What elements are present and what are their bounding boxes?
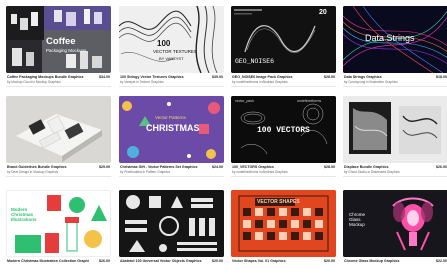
product-title[interactable]: 100_VECTORS Graphics: [232, 165, 314, 169]
product-title[interactable]: Coffee Packaging Mockups Bundle Graphics: [7, 75, 89, 79]
product-author[interactable]: by undefinedforms in Abstract Graphics: [232, 170, 322, 174]
product-price: $20.00: [324, 259, 335, 263]
product-thumbnail[interactable]: GEO_NOISE6 20: [231, 6, 336, 73]
product-price: $26.00: [436, 165, 447, 169]
thumb-headline: GEO_NOISE6: [235, 58, 275, 65]
product-thumbnail[interactable]: 100 VECTORS vector_pack undefinedforms: [231, 96, 336, 163]
divider: [343, 86, 447, 87]
product-thumbnail[interactable]: [343, 96, 447, 163]
product-price: $35.00: [212, 75, 223, 79]
divider: [231, 176, 336, 177]
thumb-headline: Data Strings: [365, 33, 415, 43]
product-price: $22.00: [436, 259, 447, 263]
product-title[interactable]: GEO_NOISE6 Image Pack Graphics: [232, 75, 314, 79]
product-title[interactable]: Modern Christmas Illustration Collection…: [7, 259, 89, 263]
product-price: $28.00: [324, 165, 335, 169]
product-author[interactable]: by Ghost Studio in Distressed Graphics: [344, 170, 434, 174]
divider: [231, 86, 336, 87]
product-title[interactable]: Chrome Glass Mockup Graphics: [344, 259, 426, 263]
thumb-headline: CHRISTMAS: [146, 123, 200, 133]
product-thumbnail[interactable]: 100 VECTOR TEXTURES BY VANZYST: [119, 6, 224, 73]
product-price: $26.00: [99, 259, 110, 263]
product-author[interactable]: by Dear Design in Mockup Graphics: [7, 170, 97, 174]
product-thumbnail[interactable]: Chrome Glass Mockup: [343, 190, 447, 257]
product-author[interactable]: by Pixelbuddha in Pattern Graphics: [120, 170, 210, 174]
thumb-subheadline: Packaging Mockups: [46, 48, 87, 53]
product-price: $29.00: [99, 165, 110, 169]
product-title[interactable]: Abstract 100 Universal Vector Objects Gr…: [120, 259, 202, 263]
product-price: $24.00: [212, 165, 223, 169]
divider: [6, 176, 111, 177]
product-author[interactable]: by undefinedforms in Abstract Graphics: [232, 80, 322, 84]
divider: [119, 176, 224, 177]
thumb-subheadline: VECTOR TEXTURES: [153, 49, 197, 54]
thumb-headline: Coffee: [46, 36, 76, 47]
product-price: $18.00: [436, 75, 447, 79]
product-thumbnail[interactable]: Coffee Packaging Mockups: [6, 6, 111, 73]
product-title[interactable]: Displace Bundle Graphics: [344, 165, 426, 169]
thumb-author: undefinedforms: [297, 99, 322, 103]
product-thumbnail[interactable]: [6, 96, 111, 163]
product-author[interactable]: by Mockup Cloud in Mockup Graphics: [7, 80, 97, 84]
product-thumbnail[interactable]: Modern Christmas Illustrations: [6, 190, 111, 257]
divider: [119, 86, 224, 87]
product-price: $20.00: [212, 259, 223, 263]
thumb-headline: VECTOR SHAPES: [257, 199, 300, 205]
product-title[interactable]: Data Strings Graphics: [344, 75, 426, 79]
thumb-number: 20: [319, 9, 327, 16]
thumb-caption: Mockup: [349, 222, 365, 227]
product-grid: Coffee Packaging Mockups Coffee Packagin…: [0, 0, 447, 274]
product-price: $28.00: [324, 75, 335, 79]
product-title[interactable]: Christmas Gift - Vector Patterns Set Gra…: [120, 165, 202, 169]
product-author[interactable]: by Cosmyoung in Illustration Graphics: [344, 80, 434, 84]
divider: [343, 176, 447, 177]
product-thumbnail[interactable]: VECTOR SHAPES: [231, 190, 336, 257]
thumb-tag: vector_pack: [235, 99, 254, 103]
product-title[interactable]: Vector Shapes Vol. 01 Graphics: [232, 259, 314, 263]
divider: [6, 86, 111, 87]
thumb-headline: 100: [157, 39, 171, 48]
product-title[interactable]: Brand Guidelines Bundle Graphics: [7, 165, 89, 169]
product-thumbnail[interactable]: CHRISTMAS Vector Patterns: [119, 96, 224, 163]
product-title[interactable]: 100 Stringy Vector Textures Graphics: [120, 75, 202, 79]
thumb-caption: Illustrations: [11, 217, 37, 222]
thumb-headline: 100 VECTORS: [257, 126, 310, 135]
product-thumbnail[interactable]: [119, 190, 224, 257]
thumb-author: BY VANZYST: [159, 56, 184, 61]
product-price: $34.00: [99, 75, 110, 79]
product-author[interactable]: by Vanzyst in Texture Graphics: [120, 80, 210, 84]
product-thumbnail[interactable]: Data Strings: [343, 6, 447, 73]
thumb-subheadline: Vector Patterns: [155, 115, 186, 120]
